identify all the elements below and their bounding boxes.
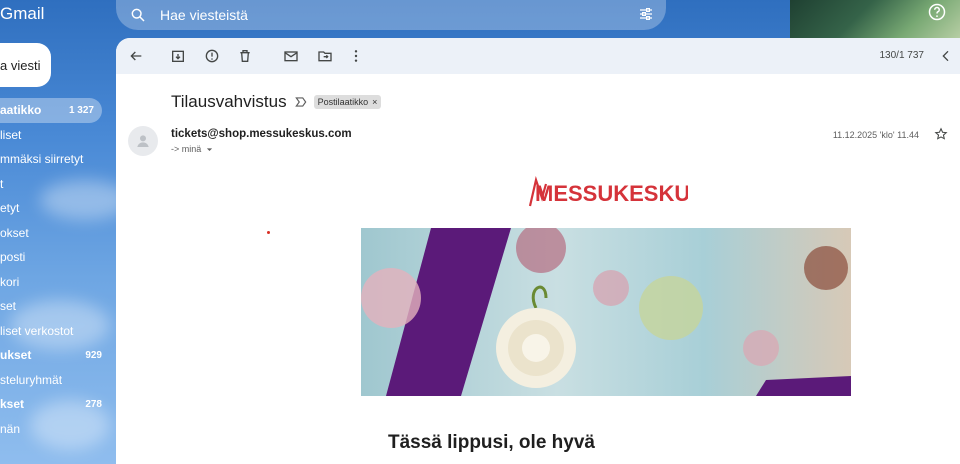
report-spam-icon[interactable] bbox=[204, 48, 220, 64]
sidebar-item[interactable]: etyt bbox=[0, 196, 110, 221]
back-arrow-icon[interactable] bbox=[128, 48, 144, 64]
sidebar-item[interactable]: set bbox=[0, 294, 110, 319]
sidebar-item-label: nän bbox=[0, 421, 21, 436]
sidebar-item[interactable]: kori bbox=[0, 270, 110, 295]
event-banner-image bbox=[361, 228, 851, 396]
sender-email[interactable]: tickets@shop.messukeskus.com bbox=[171, 128, 352, 140]
compose-button[interactable]: a viesti bbox=[0, 43, 51, 87]
compose-label: a viesti bbox=[0, 57, 41, 73]
sidebar-item[interactable]: t bbox=[0, 172, 110, 197]
gmail-brand: Gmail bbox=[0, 4, 45, 23]
sidebar-item-label: steluryhmät bbox=[0, 372, 63, 387]
importance-marker-icon[interactable] bbox=[294, 95, 308, 109]
label-chip[interactable]: Postilaatikko × bbox=[313, 95, 382, 109]
sidebar-item[interactable]: posti bbox=[0, 245, 110, 270]
more-options-icon[interactable] bbox=[348, 48, 364, 64]
subject-row: Tilausvahvistus Postilaatikko × bbox=[171, 92, 382, 112]
stray-dot bbox=[267, 231, 270, 234]
pagination-count: 130/1 737 bbox=[879, 50, 925, 61]
sidebar-item-label: mmäksi siirretyt bbox=[0, 152, 84, 167]
chevron-left-icon[interactable] bbox=[938, 48, 954, 64]
sidebar-item-label: liset verkostot bbox=[0, 323, 74, 338]
sidebar-item-label: set bbox=[0, 299, 17, 314]
search-bar[interactable] bbox=[116, 0, 666, 30]
flower-banner-art bbox=[361, 228, 851, 396]
message-subject: Tilausvahvistus bbox=[171, 92, 287, 111]
sidebar-item[interactable]: liset bbox=[0, 123, 110, 148]
sidebar-item-label: etyt bbox=[0, 201, 20, 216]
sidebar-item[interactable]: nän bbox=[0, 417, 110, 442]
move-to-icon[interactable] bbox=[317, 48, 333, 64]
help-icon[interactable] bbox=[928, 3, 946, 21]
archive-icon[interactable] bbox=[170, 48, 186, 64]
recipient-label: -> minä bbox=[171, 144, 202, 154]
message-date: 11.12.2025 'klo' 11.44 bbox=[832, 130, 919, 140]
sidebar-item-label: liset bbox=[0, 127, 22, 142]
sidebar-item-inbox[interactable]: aatikko 1 327 bbox=[0, 98, 102, 123]
sidebar-item[interactable]: liset verkostot bbox=[0, 319, 110, 344]
label-chip-text: Postilaatikko bbox=[317, 97, 369, 107]
star-icon[interactable] bbox=[934, 127, 948, 141]
sidebar-item[interactable]: okset bbox=[0, 221, 110, 246]
person-icon bbox=[137, 135, 149, 147]
sidebar-item[interactable]: steluryhmät bbox=[0, 368, 110, 393]
search-icon[interactable] bbox=[130, 7, 146, 23]
sidebar-item-label: t bbox=[0, 176, 4, 191]
sidebar-item-count: 278 bbox=[85, 398, 102, 410]
delete-icon[interactable] bbox=[237, 48, 253, 64]
sidebar-item-label: okset bbox=[0, 225, 29, 240]
recipient-row: -> minä bbox=[171, 144, 214, 154]
sidebar-item[interactable]: mmäksi siirretyt bbox=[0, 147, 110, 172]
mark-unread-icon[interactable] bbox=[283, 48, 299, 64]
search-input[interactable] bbox=[158, 6, 622, 24]
message-toolbar: 130/1 737 bbox=[116, 38, 960, 74]
messukeskus-logo: MESSUKESKUS bbox=[528, 176, 688, 207]
logo-text: MESSUKESKUS bbox=[535, 181, 688, 206]
message-panel: 130/1 737 Tilausvahvistus Postilaatikko … bbox=[116, 38, 960, 464]
sidebar-item-label: kori bbox=[0, 274, 20, 289]
sender-avatar[interactable] bbox=[128, 126, 158, 156]
sidebar-item[interactable]: kset 278 bbox=[0, 392, 110, 417]
sidebar-item-label: posti bbox=[0, 250, 26, 265]
sidebar-item-label: ukset bbox=[0, 348, 32, 363]
sidebar-item-label: aatikko bbox=[0, 103, 42, 118]
sidebar-nav: aatikko 1 327 liset mmäksi siirretyt t e… bbox=[0, 98, 110, 441]
search-options-icon[interactable] bbox=[638, 6, 654, 22]
sidebar-item-count: 929 bbox=[85, 349, 102, 361]
sidebar-item[interactable]: ukset 929 bbox=[0, 343, 110, 368]
sidebar-item-label: kset bbox=[0, 397, 25, 412]
caret-down-icon[interactable] bbox=[205, 145, 214, 154]
label-remove-button[interactable]: × bbox=[372, 97, 377, 107]
sidebar-item-count: 1 327 bbox=[68, 104, 94, 116]
email-heading: Tässä lippusi, ole hyvä bbox=[388, 432, 595, 453]
